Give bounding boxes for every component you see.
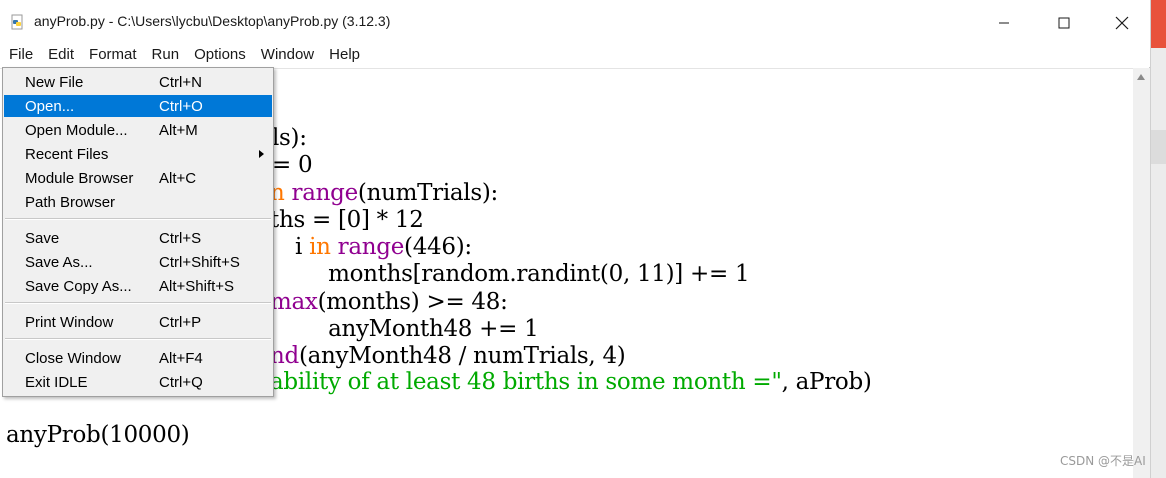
background-accent [1151,0,1166,48]
menu-item-label: Open... [25,98,75,115]
menu-item-label: Recent Files [25,146,109,163]
menu-separator [5,302,271,304]
menu-item-shortcut: Alt+Shift+S [159,278,235,295]
background-window-strip [1150,0,1166,478]
code-token: i [288,234,310,260]
menu-item-label: Module Browser [25,170,134,187]
menu-item-label: Save As... [25,254,93,271]
code-token: (months) >= 48: [317,289,508,315]
code-token: range [291,180,359,206]
menu-window[interactable]: Window [252,44,314,67]
menu-item-label: Close Window [25,350,121,367]
code-line: ability of at least 48 births in some mo… [270,369,872,395]
menu-edit[interactable]: Edit [39,44,74,67]
menu-item-save-copy-as[interactable]: Save Copy As... Alt+Shift+S [4,275,272,297]
menu-file[interactable]: File [0,44,34,67]
menu-item-shortcut: Ctrl+Shift+S [159,254,240,271]
menu-help[interactable]: Help [320,44,360,67]
menu-item-recent-files[interactable]: Recent Files [4,143,272,165]
menu-item-shortcut: Alt+M [159,122,198,139]
vertical-scrollbar[interactable] [1133,68,1150,478]
code-line: max(months) >= 48: [270,289,508,315]
scroll-up-arrow-icon[interactable] [1137,74,1145,80]
menu-item-exit-idle[interactable]: Exit IDLE Ctrl+Q [4,371,272,393]
close-button[interactable] [1099,8,1145,38]
code-line: months[random.randint(0, 11)] += 1 [286,261,750,287]
menu-item-open[interactable]: Open... Ctrl+O [4,95,272,117]
code-line-call: anyProb(10000) [6,422,190,448]
menu-item-shortcut: Ctrl+O [159,98,203,115]
code-token: ths = [0] * 12 [270,207,424,233]
minimize-button[interactable] [981,8,1027,38]
code-token: , aProb) [781,369,872,395]
code-line: ths = [0] * 12 [270,207,424,233]
menu-item-label: Exit IDLE [25,374,88,391]
code-token: months[random.randint(0, 11)] += 1 [286,261,750,287]
menu-item-label: Path Browser [25,194,116,211]
menu-item-label: Save Copy As... [25,278,132,295]
code-token: (anyMonth48 / numTrials, 4) [298,343,626,369]
background-panel [1151,130,1166,164]
code-line: i in range(446): [288,234,472,260]
menu-options[interactable]: Options [185,44,246,67]
menu-item-open-module[interactable]: Open Module... Alt+M [4,119,272,141]
menu-run[interactable]: Run [143,44,180,67]
code-token: in [309,234,331,260]
code-token: (446): [404,234,472,260]
file-menu-dropdown: New File Ctrl+N Open... Ctrl+O Open Modu… [2,67,274,397]
code-token: (numTrials): [357,180,498,206]
window-title: anyProb.py - C:\Users\lycbu\Desktop\anyP… [34,13,391,29]
menu-item-path-browser[interactable]: Path Browser [4,191,272,213]
menu-item-new-file[interactable]: New File Ctrl+N [4,71,272,93]
close-icon [1115,16,1129,30]
code-token: range [337,234,405,260]
menu-item-save[interactable]: Save Ctrl+S [4,227,272,249]
menu-item-shortcut: Ctrl+S [159,230,202,247]
menu-item-module-browser[interactable]: Module Browser Alt+C [4,167,272,189]
menu-item-label: New File [25,74,84,91]
code-line: ls): [272,125,307,151]
code-token: nd [270,343,299,369]
maximize-button[interactable] [1041,8,1087,38]
menu-item-shortcut: Ctrl+Q [159,374,203,391]
code-token: = 0 [272,152,313,178]
minimize-icon [999,22,1009,24]
code-token: anyMonth48 += 1 [286,316,539,342]
maximize-icon [1058,17,1070,29]
menu-item-shortcut: Ctrl+P [159,314,202,331]
menu-item-shortcut: Alt+F4 [159,350,203,367]
menu-item-label: Open Module... [25,122,128,139]
menu-item-shortcut: Ctrl+N [159,74,202,91]
code-line: nd(anyMonth48 / numTrials, 4) [270,343,626,369]
menu-separator [5,218,271,220]
menu-item-close-window[interactable]: Close Window Alt+F4 [4,347,272,369]
submenu-arrow-icon [259,150,264,158]
menu-bar: File Edit Format Run Options Window Help [0,44,1150,67]
python-file-icon [9,14,25,30]
menu-item-shortcut: Alt+C [159,170,197,187]
menu-item-print-window[interactable]: Print Window Ctrl+P [4,311,272,333]
menu-item-save-as[interactable]: Save As... Ctrl+Shift+S [4,251,272,273]
code-token: max [270,289,318,315]
title-bar[interactable]: anyProb.py - C:\Users\lycbu\Desktop\anyP… [0,0,1150,44]
code-line: n range(numTrials): [270,180,498,206]
code-line: anyMonth48 += 1 [286,316,539,342]
menu-item-label: Print Window [25,314,114,331]
watermark: CSDN @不是AI [1060,454,1146,468]
code-token: ls): [272,125,307,151]
menu-separator [5,338,271,340]
menu-item-label: Save [25,230,60,247]
code-line: = 0 [272,152,313,178]
menu-format[interactable]: Format [80,44,137,67]
code-token: ability of at least 48 births in some mo… [270,369,782,395]
